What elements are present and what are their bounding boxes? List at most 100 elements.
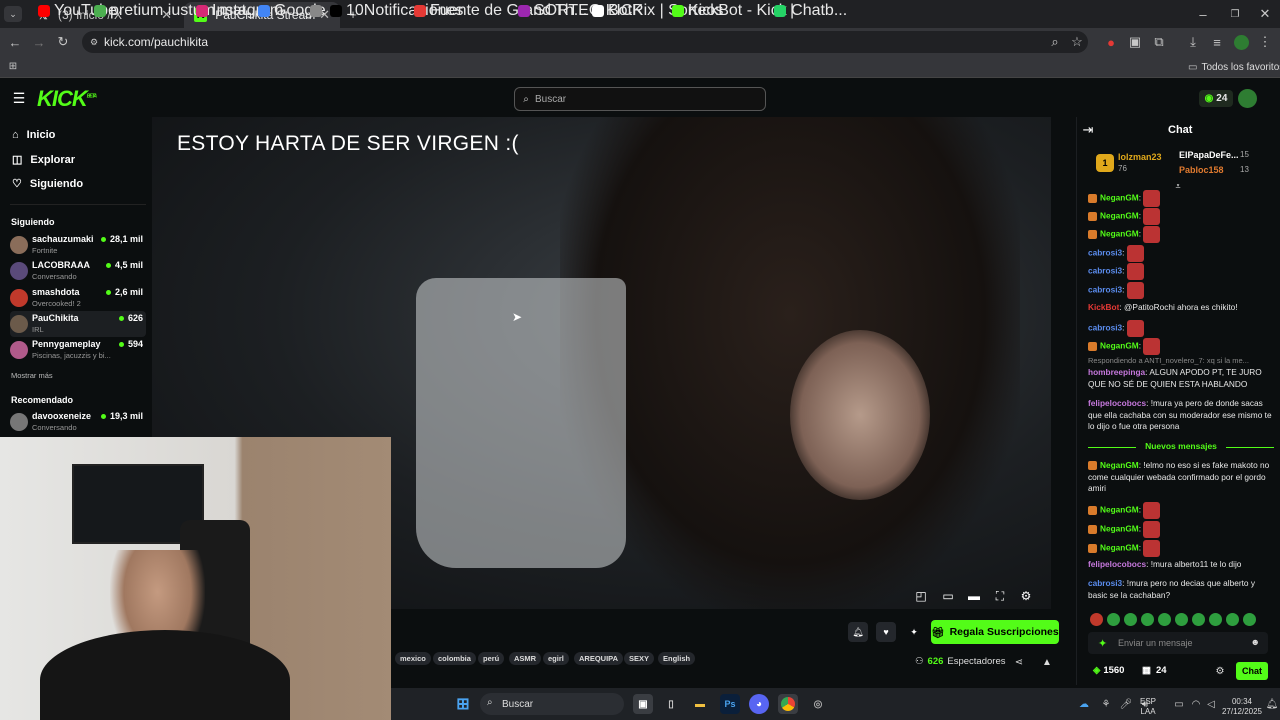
emote-icon[interactable] [1192,613,1205,626]
media-icon[interactable]: ≡ [1210,34,1224,50]
bookmark-item[interactable] [310,2,326,20]
chat-username[interactable]: cabrosi3 [1088,578,1122,588]
emote-icon[interactable] [1124,613,1137,626]
emote-icon[interactable] [1226,613,1239,626]
clip-icon[interactable]: ▬ [966,588,982,604]
calendar-counter[interactable]: ▦ 24 [1142,665,1167,676]
download-icon[interactable]: ⤓ [1186,34,1200,50]
emoji-icon[interactable]: ☻ [1251,637,1260,647]
kick-logo[interactable]: KICKBETA [37,86,97,112]
chat-username[interactable]: NeganGM [1100,460,1139,470]
address-bar[interactable]: ⚙ kick.com/pauchikita [82,31,1088,53]
nav-siguiendo[interactable]: ♡ Siguiendo [12,177,83,191]
gift-subs-button[interactable]: 🎁︎ Regala Suscripciones [931,620,1059,644]
chat-username[interactable]: hombreepinga [1088,367,1145,377]
windows-start-icon[interactable]: ⊞ [453,694,473,714]
file-explorer-icon[interactable]: ▬ [690,694,710,714]
stream-tag[interactable]: AREQUIPA [574,652,624,665]
miniplayer-icon[interactable]: ◰ [913,588,929,604]
bookmark-item[interactable]: | [774,2,794,20]
report-icon[interactable]: ▲ [1041,656,1053,668]
bookmark-star-icon[interactable]: ☆ [1070,34,1084,50]
chat-username[interactable]: NeganGM [1100,524,1139,534]
bell-icon[interactable]: 🔔︎ [848,622,868,642]
taskbar-search[interactable]: ⌕ Buscar [480,693,624,715]
extension-icon[interactable]: ● [1104,34,1118,50]
window-close-icon[interactable]: ✕ [1258,6,1272,22]
restore-icon[interactable]: ❐ [1228,6,1242,22]
sidebar-channel[interactable]: sachauzumaki Fortnite 28,1 mil [10,232,146,258]
nav-explorar[interactable]: ◫ Explorar [12,153,75,167]
chat-username[interactable]: NeganGM [1100,229,1139,239]
chat-username[interactable]: cabrosi3 [1088,323,1122,333]
chat-username[interactable]: KickBot [1088,302,1119,312]
emote-icon[interactable] [1090,613,1103,626]
chat-input[interactable]: ✦ Enviar un mensaje ☻ [1088,632,1268,654]
stream-tag[interactable]: colombia [433,652,476,665]
language-indicator[interactable]: ESP LAA [1140,697,1156,717]
hamburger-icon[interactable]: ☰ [12,90,26,106]
channel-points[interactable]: ◈ 1560 [1093,665,1124,676]
reload-icon[interactable]: ↻ [56,34,70,50]
bookmark-item[interactable]: KickBot - Kick Chatb... [672,2,847,20]
chat-icon[interactable]: ▭ [1172,698,1186,710]
emote-icon[interactable] [1107,613,1120,626]
notepad-icon[interactable]: ▯ [661,694,681,714]
extension-icon[interactable]: ▣ [1128,34,1142,50]
all-bookmarks[interactable]: ▭ Todos los favoritos [1188,58,1280,76]
emote-icon[interactable] [1141,613,1154,626]
share-icon[interactable]: ⋖ [1013,656,1025,668]
chat-username[interactable]: NeganGM [1100,211,1139,221]
puzzle-icon[interactable]: ⧉ [1152,34,1166,50]
tab-search-icon[interactable]: ⌄ [4,6,22,22]
task-view-icon[interactable]: ▣ [633,694,653,714]
profile-avatar[interactable] [1234,35,1249,50]
wifi-icon[interactable]: ◠ [1189,698,1203,710]
sidebar-channel[interactable]: davooxeneize Conversando 19,3 mil [10,409,146,435]
sparkle-icon[interactable]: ✦ [904,622,924,642]
chat-send-button[interactable]: Chat [1236,662,1268,680]
tray-icon[interactable]: ⚘ [1099,698,1113,710]
chat-username[interactable]: NeganGM [1100,543,1139,553]
theater-icon[interactable]: ▭ [940,588,956,604]
sidebar-channel[interactable]: Pennygameplay Piscinas, jacuzzis y bi... 5… [10,337,146,363]
chat-settings-icon[interactable]: ⚙ [1214,665,1226,677]
sidebar-channel[interactable]: LACOBRAAA Conversando 4,5 mil [10,258,146,284]
clock[interactable]: 00:34 27/12/2025 [1220,697,1264,717]
minimize-icon[interactable]: – [1196,6,1210,22]
emote-icon[interactable] [1175,613,1188,626]
photoshop-icon[interactable]: Ps [720,694,740,714]
chat-username[interactable]: cabrosi3 [1088,285,1122,295]
site-info-icon[interactable]: ⚙ [88,35,100,49]
emote-icon[interactable] [1209,613,1222,626]
forward-icon[interactable]: → [32,34,46,50]
chat-username[interactable]: felipelocobocs [1088,559,1146,569]
search-input[interactable]: ⌕ Buscar [514,87,766,111]
chat-username[interactable]: NeganGM [1100,505,1139,515]
collapse-chat-icon[interactable]: ⇥ [1082,122,1094,137]
heart-icon[interactable]: ♥ [876,622,896,642]
chat-username[interactable]: cabrosi3 [1088,266,1122,276]
chat-username[interactable]: NeganGM [1100,193,1139,203]
stream-tag[interactable]: perú [478,652,505,665]
emote-icon[interactable] [1243,613,1256,626]
volume-icon[interactable]: ◁ [1204,698,1218,710]
stream-tag[interactable]: egirl [543,652,569,665]
sidebar-channel[interactable]: PauChikita IRL 626 [10,311,146,337]
apps-icon[interactable]: ⊞ [6,59,20,73]
stream-tag[interactable]: SEXY [624,652,655,665]
settings-icon[interactable]: ⚙ [1018,588,1034,604]
notifications-icon[interactable]: 🔔︎ [1266,698,1279,710]
fullscreen-icon[interactable]: ⛶ [992,588,1008,604]
kicks-counter[interactable]: ◉ 24 [1199,90,1233,107]
stream-tag[interactable]: English [658,652,696,665]
microphone-icon[interactable]: 🎤︎ [1119,698,1133,710]
chat-username[interactable]: cabrosi3 [1088,248,1122,258]
sidebar-channel[interactable]: smashdota Overcooked! 2 2,6 mil [10,285,146,311]
stream-tag[interactable]: ASMR [509,652,542,665]
discord-icon[interactable]: ◕ [749,694,769,714]
show-more-link[interactable]: Mostrar más [11,371,53,380]
chat-username[interactable]: NeganGM [1100,341,1139,351]
steam-icon[interactable]: ◎ [808,694,828,714]
tray-icon[interactable]: ☁ [1077,698,1091,710]
